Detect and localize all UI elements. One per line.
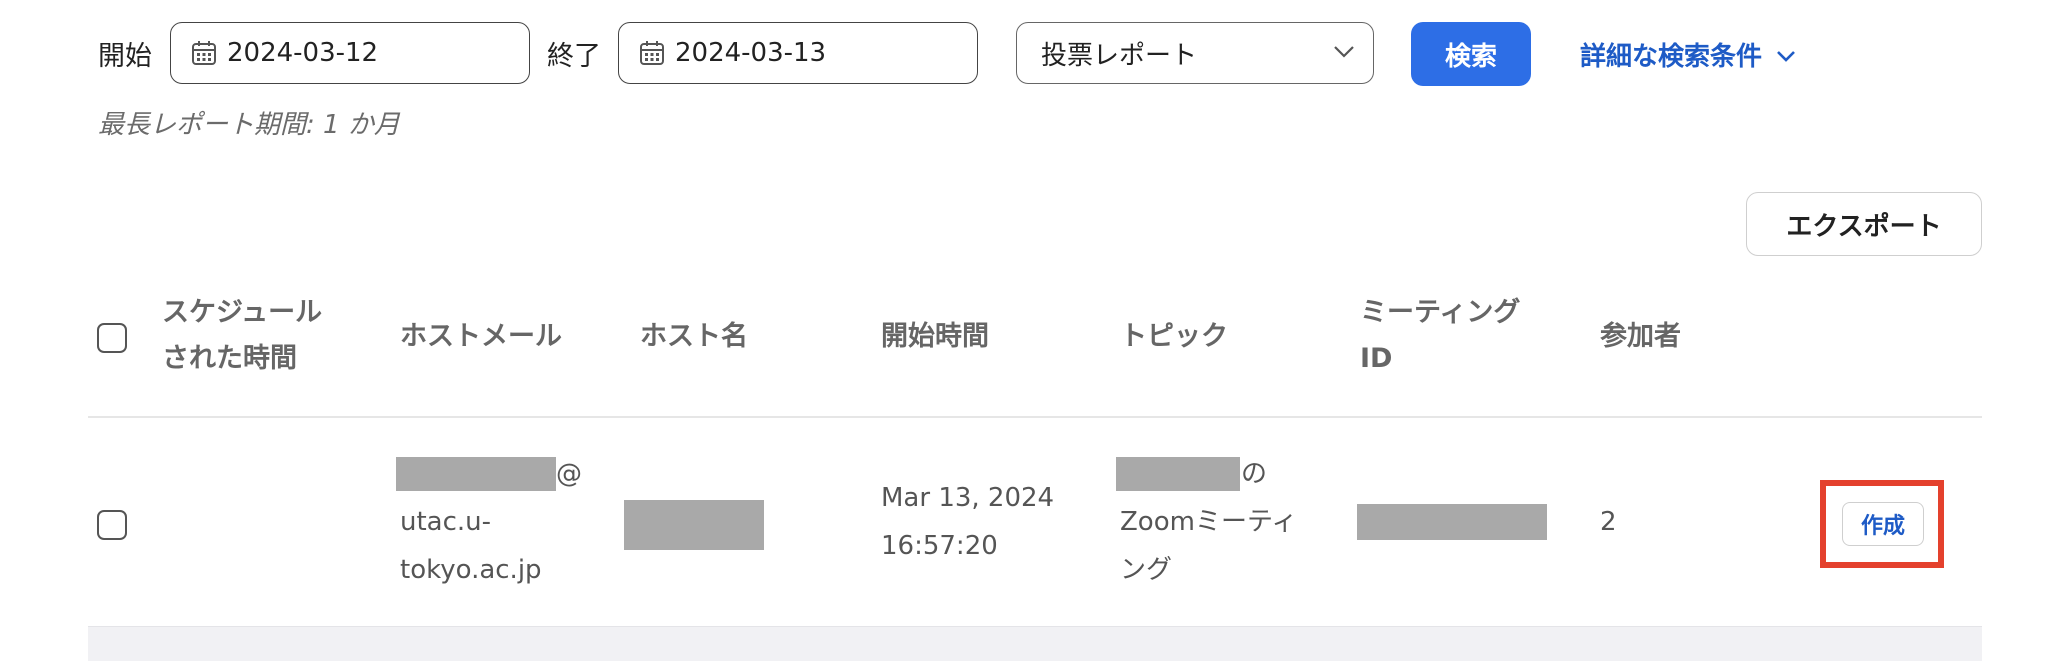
host-email-domain-line2: tokyo.ac.jp bbox=[400, 555, 542, 585]
create-button[interactable]: 作成 bbox=[1842, 502, 1924, 546]
end-date-label: 終了 bbox=[547, 41, 601, 72]
redacted-block bbox=[1116, 457, 1240, 491]
topic-line3: ング bbox=[1120, 555, 1173, 585]
column-header-meeting-id-line1: ミーティング bbox=[1360, 297, 1521, 328]
max-period-note: 最長レポート期間: 1 か月 bbox=[98, 110, 400, 140]
topic-suffix: の bbox=[1241, 459, 1268, 489]
start-date-field[interactable] bbox=[170, 22, 530, 84]
row-checkbox[interactable] bbox=[97, 510, 127, 540]
participants-cell: 2 bbox=[1600, 507, 1617, 537]
column-header-topic[interactable]: トピック bbox=[1120, 314, 1228, 360]
start-time-date: Mar 13, 2024 bbox=[881, 483, 1055, 513]
advanced-search-label: 詳細な検索条件 bbox=[1580, 42, 1763, 72]
redacted-meeting-id bbox=[1357, 504, 1547, 540]
report-type-select[interactable]: 投票レポート bbox=[1016, 22, 1374, 84]
start-time-clock: 16:57:20 bbox=[881, 531, 998, 561]
host-email-cell: @ utac.u- tokyo.ac.jp bbox=[396, 450, 600, 594]
column-header-host-email[interactable]: ホストメール bbox=[400, 314, 562, 360]
column-header-scheduled-time[interactable]: スケジュール された時間 bbox=[162, 290, 322, 382]
calendar-icon bbox=[639, 40, 665, 66]
column-header-participants[interactable]: 参加者 bbox=[1600, 314, 1681, 360]
column-header-host-name[interactable]: ホスト名 bbox=[640, 314, 748, 360]
redacted-host-name bbox=[624, 500, 764, 550]
column-header-scheduled-time-line2: された時間 bbox=[162, 343, 297, 374]
report-type-value: 投票レポート bbox=[1041, 40, 1198, 71]
topic-line2: Zoomミーティ bbox=[1120, 507, 1298, 537]
start-time-cell: Mar 13, 2024 16:57:20 bbox=[881, 474, 1054, 570]
column-header-scheduled-time-line1: スケジュール bbox=[162, 297, 323, 328]
start-date-input[interactable] bbox=[227, 38, 487, 68]
chevron-down-icon bbox=[1333, 44, 1355, 63]
end-date-input[interactable] bbox=[675, 38, 935, 68]
search-button[interactable]: 検索 bbox=[1411, 22, 1531, 86]
topic-cell: の Zoomミーティ ング bbox=[1116, 450, 1320, 594]
redacted-block bbox=[396, 457, 556, 491]
header-divider bbox=[88, 416, 1982, 418]
chevron-down-icon bbox=[1776, 40, 1796, 70]
calendar-icon bbox=[191, 40, 217, 66]
end-date-field[interactable] bbox=[618, 22, 978, 84]
export-button[interactable]: エクスポート bbox=[1746, 192, 1982, 256]
advanced-search-toggle[interactable]: 詳細な検索条件 bbox=[1580, 36, 1796, 73]
start-date-label: 開始 bbox=[98, 41, 152, 72]
column-header-start-time[interactable]: 開始時間 bbox=[881, 314, 989, 360]
column-header-meeting-id[interactable]: ミーティング ID bbox=[1360, 290, 1520, 382]
host-email-domain-line1: utac.u- bbox=[400, 507, 492, 537]
column-header-meeting-id-line2: ID bbox=[1360, 343, 1393, 374]
host-email-at: @ bbox=[556, 459, 582, 489]
select-all-checkbox[interactable] bbox=[97, 323, 127, 353]
next-row-band bbox=[88, 626, 1982, 661]
